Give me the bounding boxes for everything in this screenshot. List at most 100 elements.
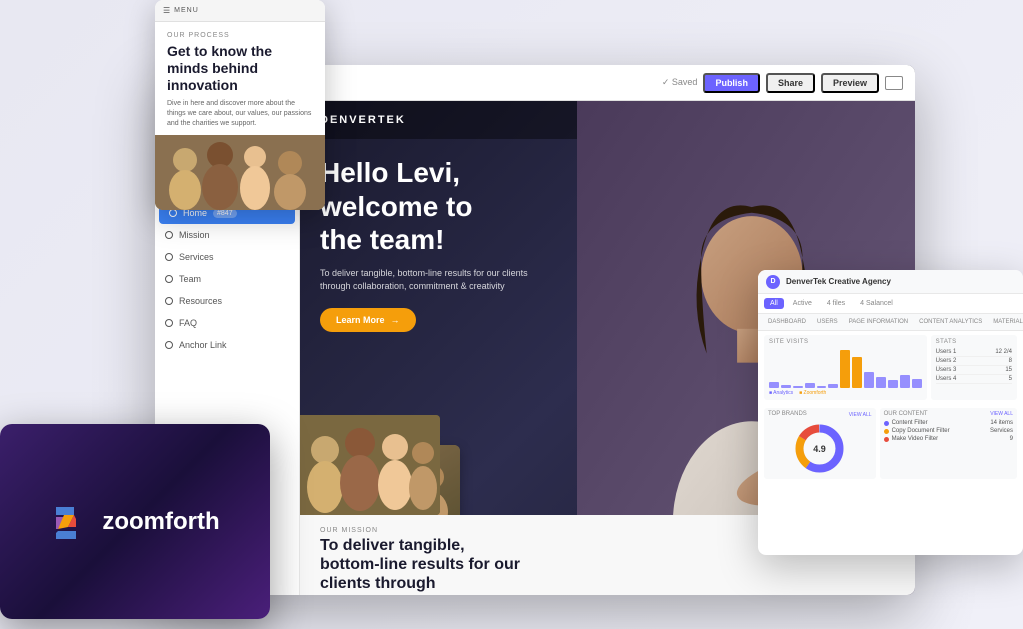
analytics-tab-salancel[interactable]: 4 Salancel	[854, 298, 899, 309]
donut-chart-container: 4.9	[768, 421, 872, 476]
nav-item-resources[interactable]: Resources	[155, 290, 299, 312]
content-dot-3	[884, 437, 889, 442]
topbar-saved-status: ✓ Saved	[662, 77, 698, 88]
analytics-topbar: D DenverTek Creative Agency	[758, 270, 1023, 294]
topbar-actions: ✓ Saved Publish Share Preview	[662, 73, 903, 93]
bar-11	[888, 380, 898, 388]
site-visits-chart	[769, 348, 922, 388]
bar-8	[852, 357, 862, 388]
mobile-headline-line2: minds behind	[167, 60, 313, 77]
bar-9	[864, 372, 874, 388]
stat-row-4: Users 4 5	[936, 375, 1012, 384]
mobile-body-text: Dive in here and discover more about the…	[167, 99, 313, 128]
filter-page-info[interactable]: PAGE INFORMATION	[845, 317, 912, 327]
nav-item-team[interactable]: Team	[155, 268, 299, 290]
stats-list: Users 1 12 2/4 Users 2 8 Users 3 15 User…	[936, 348, 1012, 384]
preview-button[interactable]: Preview	[821, 73, 879, 93]
analytics-tabs: All Active 4 files 4 Salancel	[758, 294, 1023, 314]
filter-materials[interactable]: MATERIALS	[989, 317, 1023, 327]
stat-row-3: Users 3 15	[936, 366, 1012, 375]
stats-title: STATS	[936, 339, 1012, 345]
process-label: OUR PROCESS	[167, 32, 313, 39]
zoomforth-logo-icon	[50, 501, 92, 543]
hero-bottom-line2: bottom-line results for our	[320, 555, 895, 574]
view-all-content-link[interactable]: VIEW ALL	[990, 411, 1013, 419]
nav-item-dot-mission	[165, 231, 173, 239]
mission-section-photo	[300, 415, 440, 515]
mission-photo-svg	[300, 415, 440, 515]
nav-item-anchor[interactable]: Anchor Link	[155, 334, 299, 356]
nav-item-dot-faq	[165, 319, 173, 327]
analytics-tab-files[interactable]: 4 files	[821, 298, 851, 309]
content-title: OUR CONTENT	[884, 411, 928, 417]
nav-item-dot-anchor	[165, 341, 173, 349]
hero-cta-button[interactable]: Learn More →	[320, 308, 416, 332]
stat-row-2: Users 2 8	[936, 357, 1012, 366]
bar-6	[828, 384, 838, 388]
hero-greeting-line3: the team!	[320, 223, 658, 257]
content-item-2: Copy Document Filter Services	[884, 427, 1013, 435]
zoomforth-card: zoomforth	[0, 424, 270, 619]
content-dot-1	[884, 421, 889, 426]
nav-item-mission[interactable]: Mission	[155, 224, 299, 246]
hero-cta-arrow: →	[391, 315, 400, 325]
bar-1	[769, 382, 779, 388]
nav-item-dot-services	[165, 253, 173, 261]
mobile-headline: Get to know the minds behind innovation	[167, 43, 313, 93]
bar-10	[876, 377, 886, 388]
hero-cta-label: Learn More	[336, 315, 385, 325]
bar-4	[805, 383, 815, 388]
top-brands-panel: TOP BRANDS VIEW ALL 4.9	[764, 408, 876, 479]
nav-item-dot-team	[165, 275, 173, 283]
hero-content: Hello Levi, welcome to the team! To deli…	[320, 156, 658, 332]
top-brands-title: TOP BRANDS	[768, 411, 807, 417]
device-toggle-icon[interactable]	[885, 76, 903, 90]
filter-dashboard[interactable]: DASHBOARD	[764, 317, 810, 327]
filter-content[interactable]: CONTENT ANALYTICS	[915, 317, 986, 327]
bar-13	[912, 379, 922, 388]
content-item-1: Content Filter 14 items	[884, 419, 1013, 427]
analytics-logo-icon: D	[766, 275, 780, 289]
site-visits-panel: SITE VISITS ■ Analyt	[764, 335, 927, 400]
analytics-filter-row: DASHBOARD USERS PAGE INFORMATION CONTENT…	[758, 314, 1023, 331]
our-content-panel: OUR CONTENT VIEW ALL Content Filter 14 i…	[880, 408, 1017, 479]
mobile-headline-line1: Get to know the	[167, 43, 313, 60]
share-button[interactable]: Share	[766, 73, 815, 93]
hero-subtitle: To deliver tangible, bottom-line results…	[320, 267, 540, 294]
legend-analytics: ■ Analytics	[769, 390, 793, 396]
bar-3	[793, 386, 803, 388]
hero-bottom-line3: clients through	[320, 574, 895, 593]
nav-item-services[interactable]: Services	[155, 246, 299, 268]
filter-users[interactable]: USERS	[813, 317, 842, 327]
bar-7	[840, 350, 850, 388]
stats-panel: STATS Users 1 12 2/4 Users 2 8 Users 3 1…	[931, 335, 1017, 400]
nav-item-faq[interactable]: FAQ	[155, 312, 299, 334]
analytics-brand-name: DenverTek Creative Agency	[786, 277, 891, 286]
hero-greeting-line1: Hello Levi,	[320, 156, 658, 190]
hero-greeting: Hello Levi, welcome to the team!	[320, 156, 658, 257]
analytics-main-content: SITE VISITS ■ Analyt	[758, 331, 1023, 408]
analytics-overlay: D DenverTek Creative Agency All Active 4…	[758, 270, 1023, 555]
chart-legend: ■ Analytics ■ Zoomforth	[769, 390, 922, 396]
content-dot-2	[884, 429, 889, 434]
bar-5	[817, 386, 827, 388]
donut-chart-svg: 4.9	[792, 421, 847, 476]
hamburger-icon: ☰	[163, 6, 170, 15]
analytics-tab-all[interactable]: All	[764, 298, 784, 309]
legend-zoomforth: ■ Zoomforth	[799, 390, 826, 396]
content-item-3: Make Video Filter 9	[884, 435, 1013, 443]
mobile-topbar: ☰ MENU	[155, 0, 325, 22]
analytics-tab-active[interactable]: Active	[787, 298, 818, 309]
mobile-overlay: ☰ MENU OUR PROCESS Get to know the minds…	[155, 0, 325, 210]
bar-2	[781, 385, 791, 388]
nav-item-dot-resources	[165, 297, 173, 305]
site-visits-title: SITE VISITS	[769, 339, 922, 345]
analytics-top-row: SITE VISITS ■ Analyt	[764, 335, 1017, 400]
mobile-headline-line3: innovation	[167, 77, 313, 94]
nav-item-dot	[169, 209, 177, 217]
svg-text:4.9: 4.9	[814, 444, 827, 454]
zoomforth-brand-name: zoomforth	[102, 508, 219, 536]
stat-row-1: Users 1 12 2/4	[936, 348, 1012, 357]
publish-button[interactable]: Publish	[703, 73, 760, 93]
view-all-brands-link[interactable]: VIEW ALL	[849, 412, 872, 418]
